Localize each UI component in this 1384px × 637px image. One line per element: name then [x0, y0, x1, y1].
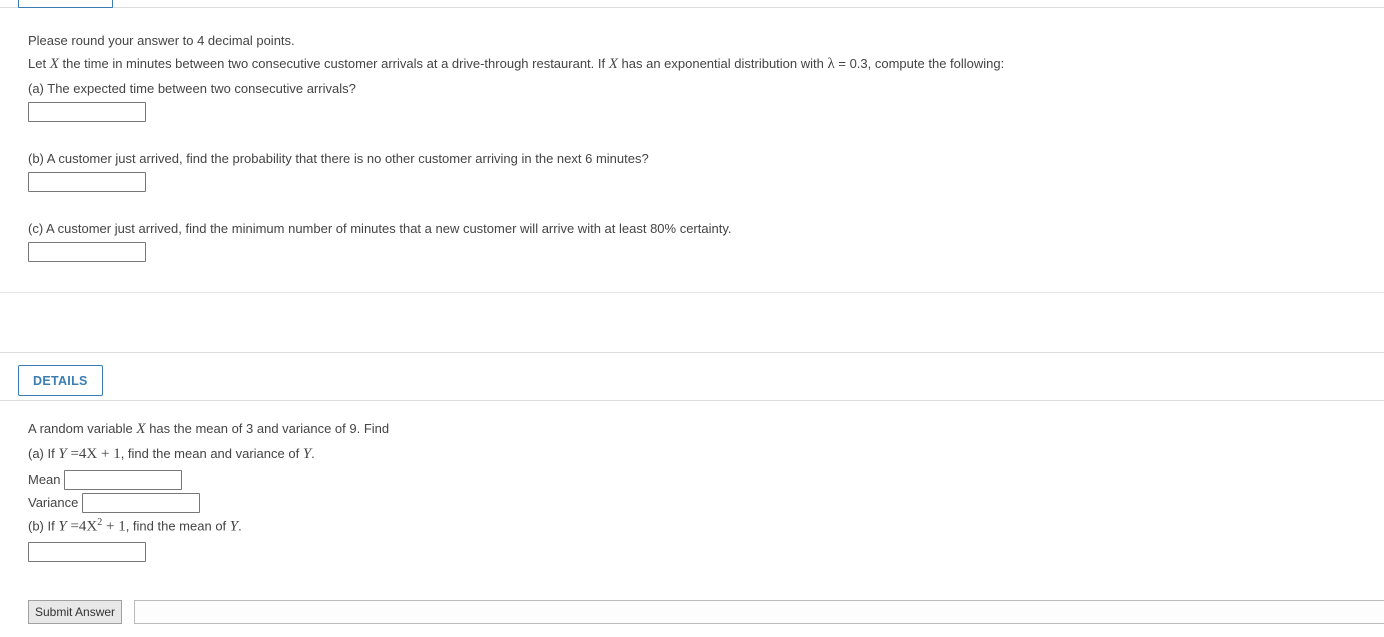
- var-x: X: [136, 421, 145, 437]
- q1-part-c: (c) A customer just arrived, find the mi…: [28, 218, 1356, 240]
- header-divider: [0, 0, 1384, 8]
- feedback-box: [134, 600, 1384, 624]
- q2-variance-input[interactable]: [82, 493, 200, 513]
- text: , find the mean of: [126, 518, 230, 533]
- text: has the mean of 3 and variance of 9. Fin…: [146, 421, 390, 436]
- q2b-input[interactable]: [28, 542, 146, 562]
- submit-label: Submit Answer: [35, 605, 115, 619]
- text: Let: [28, 56, 50, 71]
- text: the time in minutes between two consecut…: [59, 56, 609, 71]
- details-tab-label: DETAILS: [33, 374, 88, 388]
- submit-row: Submit Answer: [28, 600, 1384, 624]
- eq-a: =4X: [67, 518, 98, 534]
- variance-label: Variance: [28, 495, 78, 510]
- lambda-symbol: λ: [827, 56, 834, 72]
- text: = 0.3, compute the following:: [835, 56, 1004, 71]
- q2-stem: A random variable X has the mean of 3 an…: [28, 417, 1356, 443]
- question-2: A random variable X has the mean of 3 an…: [0, 401, 1384, 572]
- tab-row: DETAILS: [0, 353, 1384, 401]
- var-x: X: [609, 56, 618, 72]
- var-y: Y: [58, 518, 66, 534]
- q1c-input[interactable]: [28, 242, 146, 262]
- var-y: Y: [303, 446, 311, 462]
- tab-fragment: [18, 0, 113, 8]
- q1-instruction: Please round your answer to 4 decimal po…: [28, 30, 1356, 52]
- eq: =4X + 1: [67, 446, 121, 462]
- section-gap: [0, 293, 1384, 353]
- q2-part-a: (a) If Y =4X + 1, find the mean and vari…: [28, 442, 1356, 468]
- var-y: Y: [230, 518, 238, 534]
- mean-label: Mean: [28, 472, 61, 487]
- var-x: X: [50, 56, 59, 72]
- text: has an exponential distribution with: [618, 56, 828, 71]
- q1-part-b: (b) A customer just arrived, find the pr…: [28, 148, 1356, 170]
- var-y: Y: [58, 446, 66, 462]
- text: (b) If: [28, 518, 58, 533]
- q1-stem: Let X the time in minutes between two co…: [28, 52, 1356, 78]
- submit-answer-button[interactable]: Submit Answer: [28, 600, 122, 624]
- text: .: [238, 518, 242, 533]
- q1b-input[interactable]: [28, 172, 146, 192]
- text: .: [311, 446, 315, 461]
- eq-b: + 1: [102, 518, 125, 534]
- q2-mean-input[interactable]: [64, 470, 182, 490]
- q1-part-a: (a) The expected time between two consec…: [28, 78, 1356, 100]
- q2-variance-row: Variance: [28, 491, 1356, 514]
- text: , find the mean and variance of: [121, 446, 303, 461]
- text: A random variable: [28, 421, 136, 436]
- text: (a) If: [28, 446, 58, 461]
- q1a-input[interactable]: [28, 102, 146, 122]
- q2-mean-row: Mean: [28, 468, 1356, 491]
- question-1: Please round your answer to 4 decimal po…: [0, 8, 1384, 293]
- details-tab[interactable]: DETAILS: [18, 365, 103, 396]
- q2-part-b: (b) If Y =4X2 + 1, find the mean of Y.: [28, 514, 1356, 540]
